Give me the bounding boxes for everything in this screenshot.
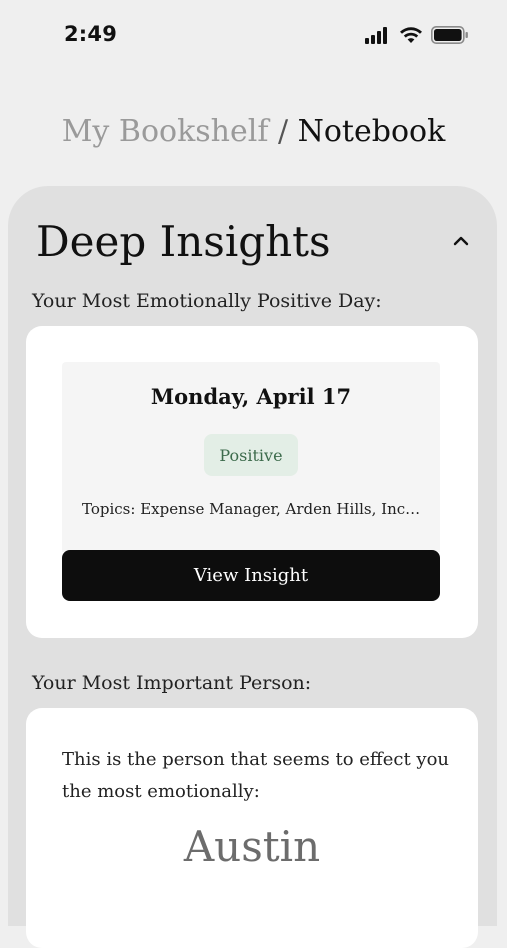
breadcrumb-separator: / [268, 114, 298, 149]
breadcrumb-bookshelf-link[interactable]: My Bookshelf [62, 114, 269, 149]
positive-day-card: Monday, April 17 Positive Topics: Expens… [26, 326, 478, 638]
wifi-icon [399, 26, 423, 48]
chevron-up-icon [452, 232, 470, 251]
important-person-description: This is the person that seems to effect … [62, 749, 449, 802]
view-insight-button[interactable]: View Insight [62, 550, 440, 601]
battery-icon [431, 26, 469, 48]
collapse-button[interactable] [446, 226, 476, 256]
important-person-card: This is the person that seems to effect … [26, 708, 478, 948]
panel-header: Deep Insights [36, 216, 476, 272]
important-person-name[interactable]: Austin [26, 822, 478, 871]
positive-day-summary: Monday, April 17 Positive Topics: Expens… [62, 362, 440, 552]
positive-day-section-label: Your Most Emotionally Positive Day: [32, 290, 382, 312]
status-icons [365, 26, 469, 48]
sentiment-badge: Positive [204, 434, 298, 476]
page-title: Deep Insights [36, 217, 331, 266]
breadcrumb-current: Notebook [297, 114, 446, 149]
important-person-section-label: Your Most Important Person: [32, 672, 312, 694]
status-time: 2:49 [64, 22, 118, 46]
positive-day-date: Monday, April 17 [150, 384, 352, 409]
deep-insights-panel: Deep Insights Your Most Emotionally Posi… [8, 186, 497, 948]
cellular-signal-icon [365, 26, 391, 48]
status-bar: 2:49 [0, 0, 507, 70]
topics-text: Topics: Expense Manager, Arden Hills, In… [82, 500, 422, 518]
breadcrumb: My Bookshelf / Notebook [0, 112, 507, 152]
